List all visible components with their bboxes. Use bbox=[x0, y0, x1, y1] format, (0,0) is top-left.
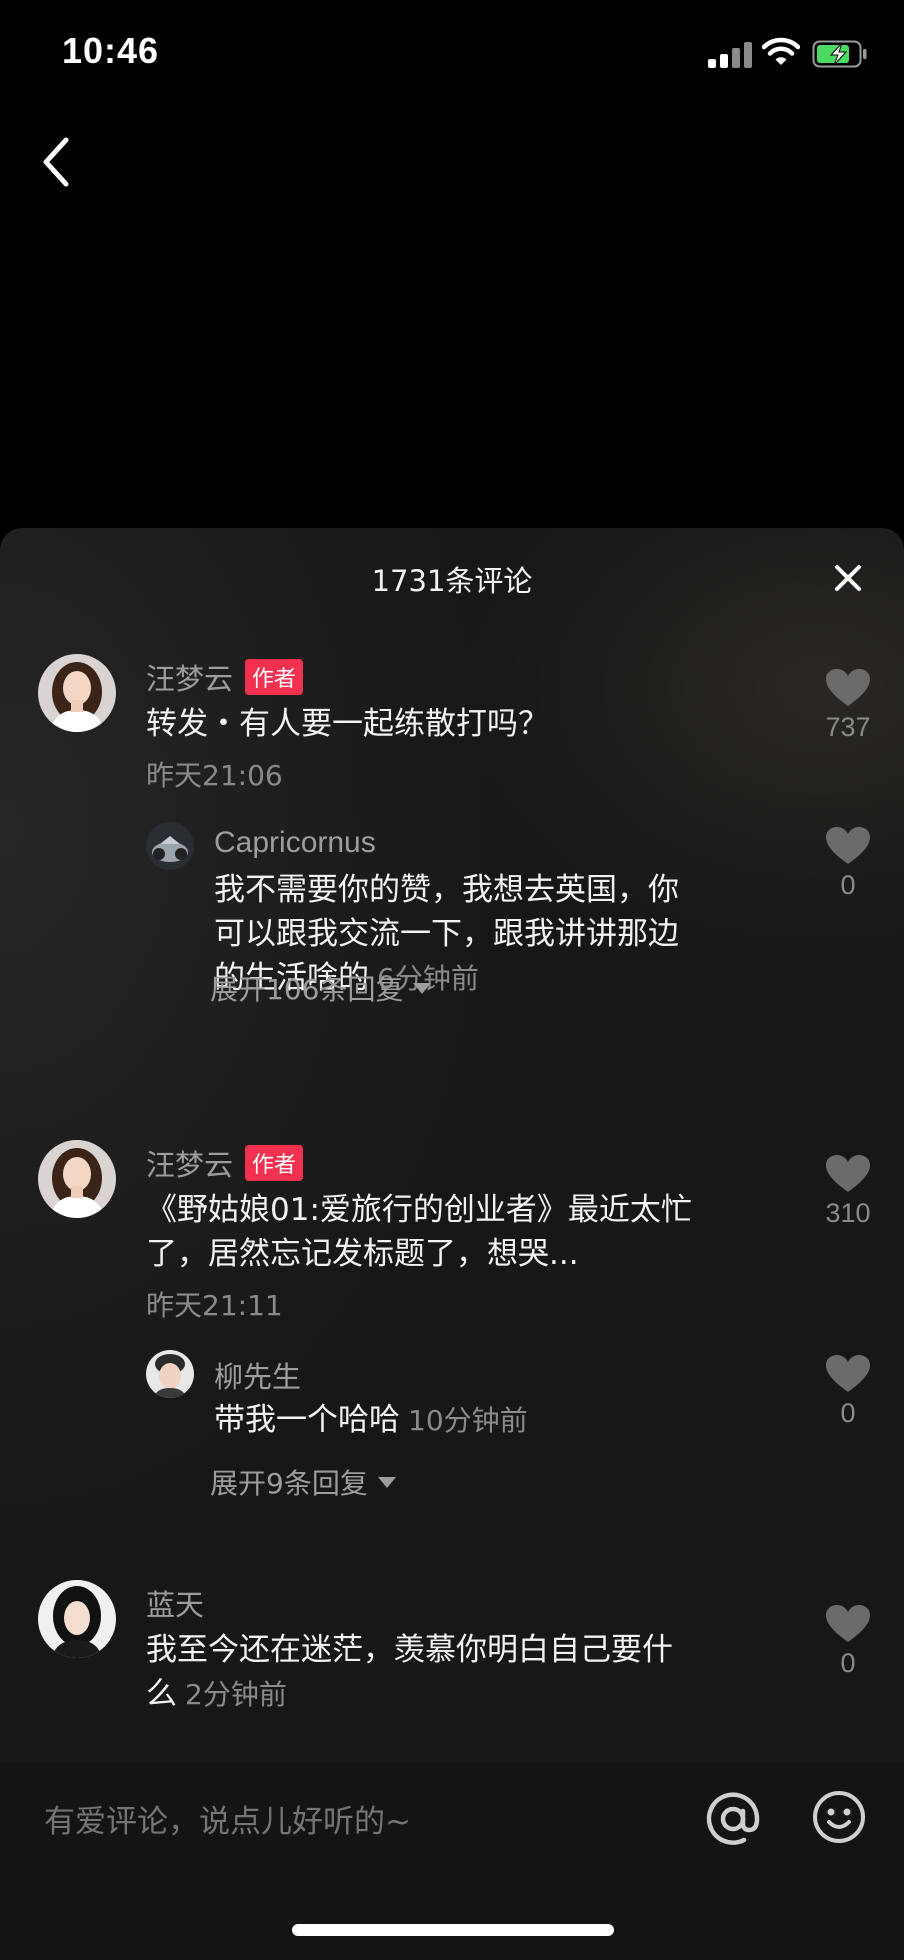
heart-icon bbox=[826, 1355, 870, 1392]
author-badge: 作者 bbox=[245, 659, 304, 695]
expand-replies-button[interactable]: 展开106条回复 bbox=[210, 968, 432, 1008]
close-icon bbox=[835, 565, 861, 591]
reply-time: 10分钟前 bbox=[408, 1404, 528, 1437]
username-text: 汪梦云 bbox=[146, 662, 234, 696]
comment-item: 汪梦云 作者 转发・有人要一起练散打吗？ 昨天21:06 737 Capricor… bbox=[0, 654, 904, 1014]
comment-item: 蓝天 我至今还在迷茫，羡慕你明白自己要什 么 2分钟前 0 bbox=[0, 1580, 904, 1730]
wifi-icon bbox=[762, 37, 800, 65]
emoji-button[interactable] bbox=[812, 1790, 866, 1844]
reply-text: 带我一个哈哈 10分钟前 bbox=[214, 1402, 528, 1438]
comment-username[interactable]: 汪梦云 作者 bbox=[146, 1142, 304, 1184]
comment-date: 昨天21:11 bbox=[146, 1289, 283, 1322]
at-sign-icon bbox=[706, 1792, 760, 1845]
comment-date: 昨天21:06 bbox=[146, 759, 283, 792]
avatar[interactable] bbox=[146, 1350, 194, 1398]
comment-time: 2分钟前 bbox=[185, 1678, 287, 1711]
avatar[interactable] bbox=[38, 1140, 116, 1218]
status-bar: 10:46 bbox=[0, 0, 904, 110]
heart-icon bbox=[826, 1605, 870, 1642]
comment-text-line: 么 2分钟前 bbox=[146, 1676, 287, 1712]
like-count: 0 bbox=[840, 1648, 856, 1678]
comments-count-title: 1731条评论 bbox=[371, 564, 533, 598]
expand-replies-label: 展开9条回复 bbox=[210, 1467, 368, 1500]
avatar[interactable] bbox=[38, 1580, 116, 1658]
caret-down-icon bbox=[377, 1477, 396, 1488]
comment-text: 我至今还在迷茫，羡慕你明白自己要什 么 2分钟前 bbox=[146, 1628, 786, 1717]
comment-item: 汪梦云 作者 《野姑娘01:爱旅行的创业者》最近太忙 了，居然忘记发标题了，想哭.… bbox=[0, 1140, 904, 1500]
caret-down-icon bbox=[413, 983, 432, 994]
reply-text-line: 可以跟我交流一下，跟我讲讲那边 bbox=[214, 916, 679, 952]
close-button[interactable] bbox=[826, 556, 870, 600]
signal-strength-icon bbox=[708, 40, 752, 68]
comment-text-line: 《野姑娘01:爱旅行的创业者》最近太忙 bbox=[146, 1192, 692, 1228]
like-button[interactable]: 0 bbox=[816, 1354, 880, 1429]
comment-input[interactable] bbox=[44, 1792, 664, 1852]
avatar[interactable] bbox=[146, 822, 194, 870]
like-count: 0 bbox=[840, 1398, 856, 1428]
comments-panel: 1731条评论 汪梦云作者 转发・有人要一起练散打吗？ 昨天21:06 737 bbox=[0, 528, 904, 1960]
comment-text-line: 了，居然忘记发标题了，想哭... bbox=[146, 1236, 579, 1272]
avatar[interactable] bbox=[38, 654, 116, 732]
expand-replies-button[interactable]: 展开9条回复 bbox=[210, 1462, 396, 1502]
battery-charging-icon bbox=[812, 40, 867, 68]
author-badge: 作者 bbox=[245, 1145, 304, 1181]
expand-replies-label: 展开106条回复 bbox=[210, 973, 404, 1006]
status-time: 10:46 bbox=[62, 30, 160, 71]
like-button[interactable]: 0 bbox=[816, 826, 880, 901]
smiley-icon bbox=[813, 1791, 865, 1843]
like-count: 310 bbox=[825, 1198, 871, 1228]
reply-text-line: 我不需要你的赞，我想去英国，你 bbox=[214, 872, 679, 908]
heart-icon bbox=[826, 669, 870, 706]
like-count: 737 bbox=[825, 712, 871, 742]
comment-username[interactable]: 汪梦云 作者 bbox=[146, 656, 304, 698]
reply-username[interactable]: 柳先生 bbox=[214, 1354, 301, 1396]
like-button[interactable]: 310 bbox=[816, 1154, 880, 1229]
username-text: 汪梦云 bbox=[146, 1148, 234, 1182]
like-button[interactable]: 737 bbox=[816, 668, 880, 743]
heart-icon bbox=[826, 827, 870, 864]
heart-icon bbox=[826, 1155, 870, 1192]
like-button[interactable]: 0 bbox=[816, 1604, 880, 1679]
mention-button[interactable] bbox=[704, 1790, 762, 1848]
chevron-left-icon bbox=[43, 137, 69, 187]
comment-text: 转发・有人要一起练散打吗？ bbox=[146, 706, 549, 742]
comment-username[interactable]: 蓝天 bbox=[146, 1582, 204, 1624]
back-button[interactable] bbox=[34, 130, 82, 194]
reply-username[interactable]: Capricornus bbox=[214, 826, 376, 860]
comment-text-line: 我至今还在迷茫，羡慕你明白自己要什 bbox=[146, 1632, 673, 1668]
like-count: 0 bbox=[840, 870, 856, 900]
home-indicator[interactable] bbox=[292, 1924, 614, 1936]
reply-item: 柳先生 带我一个哈哈 10分钟前 0 bbox=[0, 1350, 904, 1460]
reply-item: Capricornus 我不需要你的赞，我想去英国，你 可以跟我交流一下，跟我讲… bbox=[0, 822, 904, 1012]
comment-text: 《野姑娘01:爱旅行的创业者》最近太忙 了，居然忘记发标题了，想哭... bbox=[146, 1188, 796, 1276]
